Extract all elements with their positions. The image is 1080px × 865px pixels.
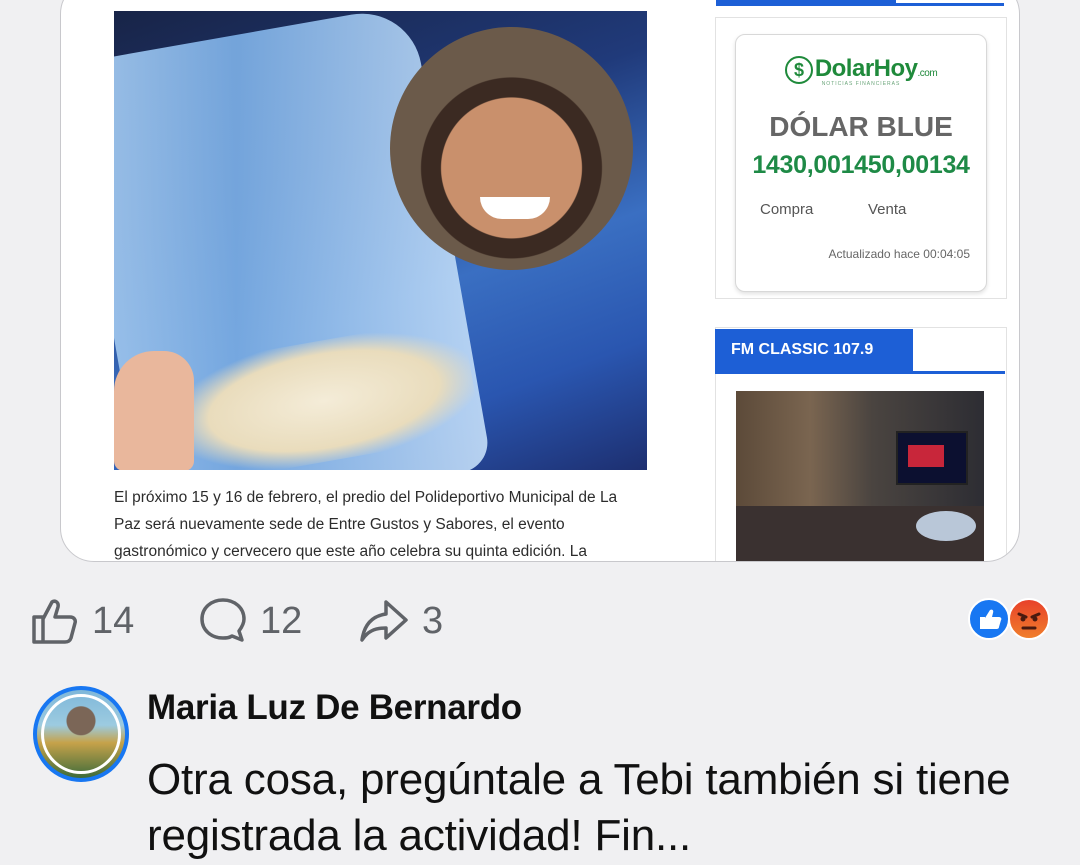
- article-excerpt: El próximo 15 y 16 de febrero, el predio…: [114, 484, 639, 561]
- dolar-widget[interactable]: $ DolarHoy.com NOTICIAS FINANCIERAS DÓLAR…: [735, 34, 987, 292]
- dolar-rates: 1430,001450,00134: [752, 150, 970, 179]
- share-count: 3: [422, 599, 444, 642]
- like-count: 14: [92, 599, 135, 642]
- like-reaction-icon: [968, 598, 1010, 640]
- like-button[interactable]: 14: [30, 596, 134, 646]
- comment-text: Otra cosa, pregúntale a Tebi también si …: [147, 755, 1011, 860]
- comment-button[interactable]: 12: [198, 596, 302, 646]
- commenter-avatar[interactable]: [33, 686, 129, 782]
- commenter-name[interactable]: Maria Luz De Bernardo: [147, 688, 522, 728]
- thumb-up-icon: [32, 599, 77, 644]
- sell-label: Venta: [868, 201, 907, 218]
- dolarhoy-logo: $ DolarHoy.com: [736, 55, 986, 84]
- updated-timestamp: Actualizado hace 00:04:05: [828, 247, 970, 261]
- share-button[interactable]: 3: [358, 596, 443, 646]
- radio-studio-image[interactable]: [736, 391, 984, 561]
- angry-reaction-icon: [1008, 598, 1050, 640]
- portrait-inset: [390, 27, 633, 270]
- comment-count: 12: [260, 599, 303, 642]
- dollar-icon: $: [784, 55, 813, 84]
- dolar-title: DÓLAR BLUE: [769, 110, 953, 142]
- buy-label: Compra: [760, 201, 814, 218]
- shared-article-card[interactable]: El próximo 15 y 16 de febrero, el predio…: [60, 0, 1020, 562]
- radio-widget-title[interactable]: FM CLASSIC 107.9: [715, 329, 913, 371]
- logo-tagline: NOTICIAS FINANCIERAS: [821, 80, 901, 87]
- comment-icon: [200, 598, 246, 642]
- article-photo: [114, 11, 647, 470]
- article-paragraph: El próximo 15 y 16 de febrero, el predio…: [114, 489, 618, 560]
- radio-widget-header: FM CLASSIC 107.9: [715, 329, 1005, 374]
- share-icon: [360, 600, 408, 642]
- sidebar-top-header: [716, 0, 1004, 6]
- reaction-summary[interactable]: [968, 598, 1058, 642]
